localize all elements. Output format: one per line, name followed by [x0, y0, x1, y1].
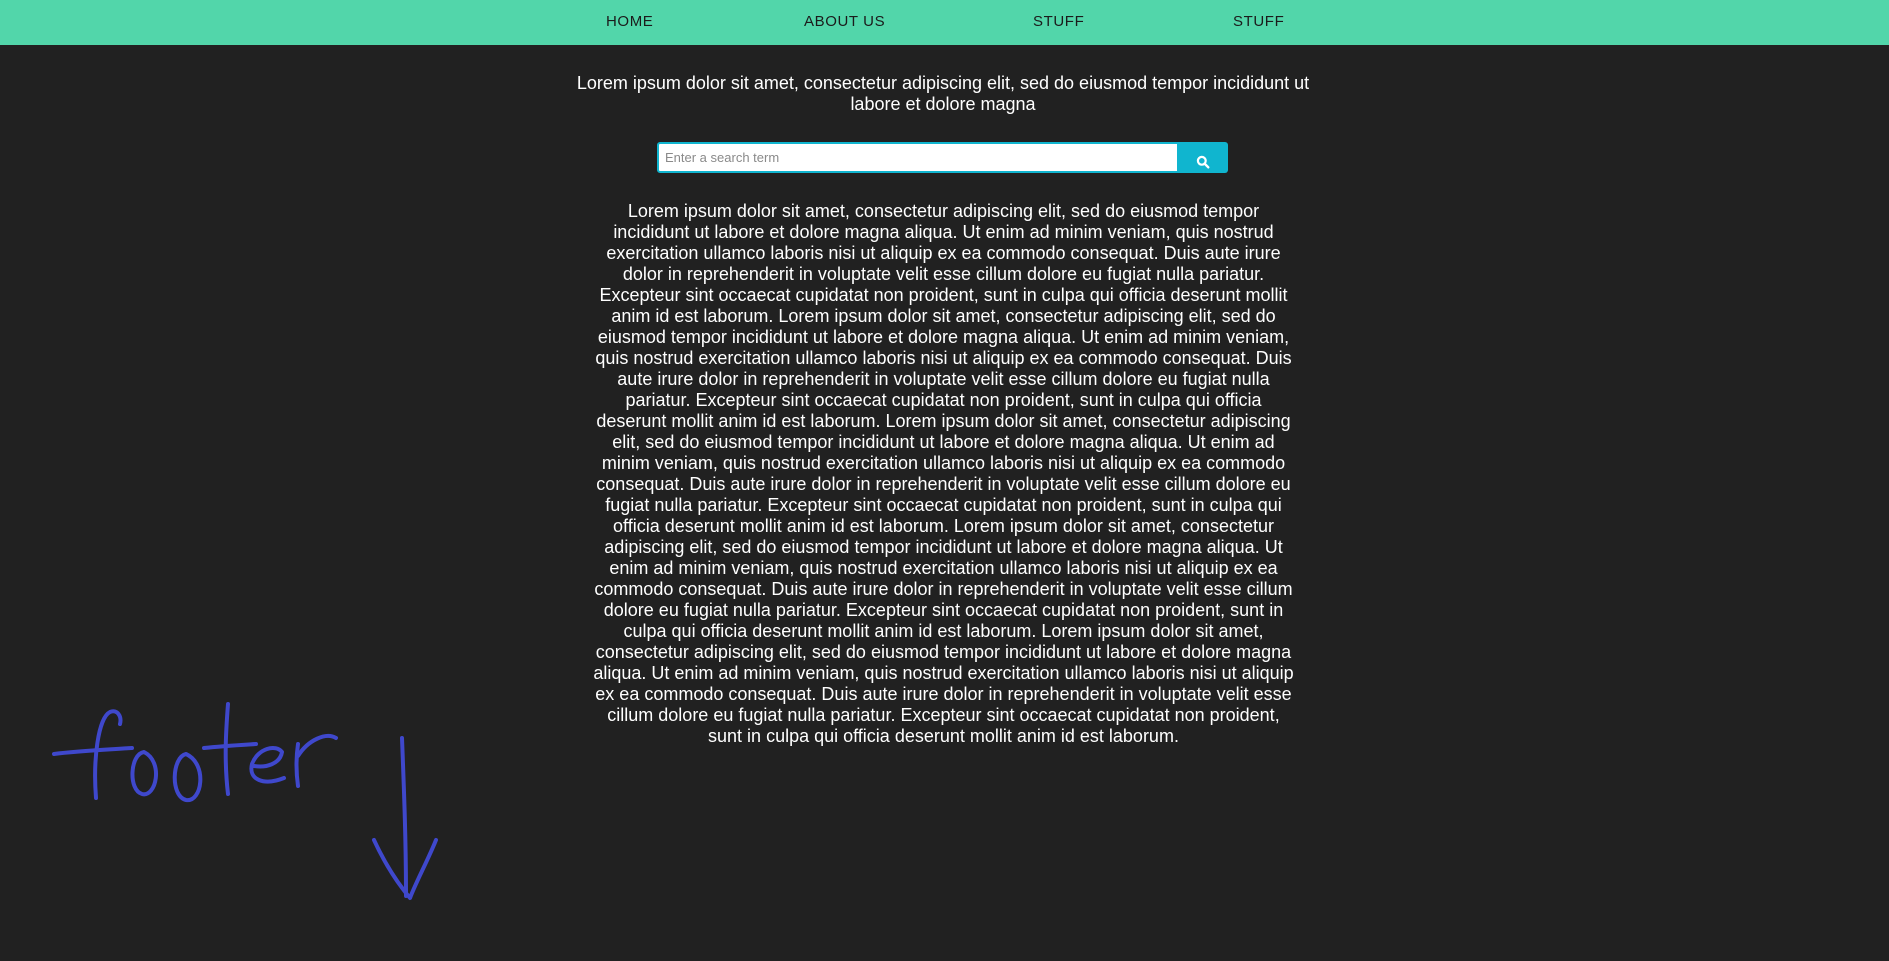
footer-handwriting [52, 702, 438, 900]
main-body-text: Lorem ipsum dolor sit amet, consectetur … [593, 201, 1294, 746]
search-icon [1177, 155, 1228, 169]
nav-about-us-link[interactable]: ABOUT US [804, 0, 885, 45]
nav-home-link[interactable]: HOME [606, 0, 653, 45]
nav-stuff-link[interactable]: STUFF [1033, 0, 1084, 45]
search-input[interactable] [657, 142, 1179, 173]
footer-annotation [40, 690, 460, 910]
search-form [657, 142, 1228, 173]
top-navbar: HOME ABOUT US STUFF STUFF [0, 0, 1889, 45]
nav-stuff-link-2[interactable]: STUFF [1233, 0, 1284, 45]
intro-text: Lorem ipsum dolor sit amet, consectetur … [576, 73, 1310, 114]
search-button[interactable] [1177, 142, 1228, 173]
